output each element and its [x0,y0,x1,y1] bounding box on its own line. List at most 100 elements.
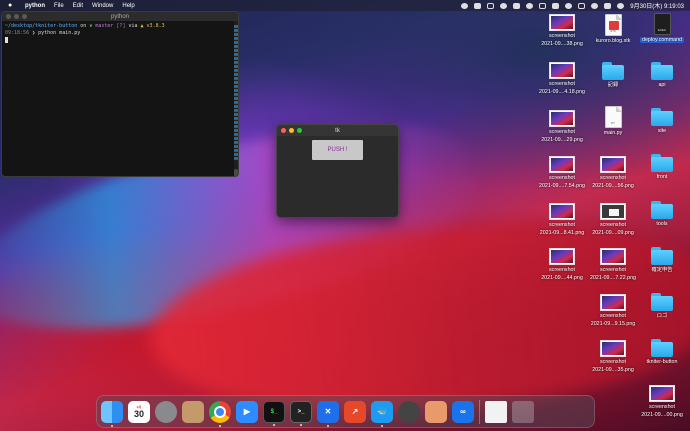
desktop-file-screenshot[interactable]: screenshot 2021-09....4.18.png [538,62,586,95]
screenshot-icon [600,203,626,220]
prompt-line: ~/desktop/tkniter-button on ❦ master [?]… [5,23,235,30]
trash-icon[interactable] [512,400,534,423]
file-label: screenshot [600,313,626,319]
input-source-icon[interactable] [552,2,560,9]
status-icon[interactable] [526,2,534,9]
preview-icon[interactable] [425,400,447,423]
file-label: screenshot [600,175,626,181]
prompt-path: ~/desktop/tkniter-button [5,23,78,29]
status-icon[interactable] [474,2,482,9]
desktop-file-screenshot[interactable]: screenshot 2021-09....29.png [538,110,586,143]
screenshot-icon [549,248,575,265]
chrome-icon[interactable] [209,400,231,427]
minimize-button[interactable] [14,14,19,19]
file-label: 2021-09....35.png [592,367,634,373]
desktop-file-stk[interactable]: STK kuroro.blog.stk [589,14,637,44]
terminal-titlebar[interactable]: python [2,12,238,21]
desktop-folder[interactable]: 記録 [589,62,637,88]
desktop-file-screenshot[interactable]: screenshot 2021-09....7.54.png [538,156,586,189]
file-label: screenshot [549,129,575,135]
infinity-app-icon[interactable]: ∞ [452,400,474,423]
file-label: screenshot [549,33,575,39]
desktop-file-screenshot[interactable]: screenshot 2021-09...8.41.png [538,203,586,236]
folder-label: api [658,82,666,88]
file-label: 2021-09....4.18.png [539,89,585,95]
desktop-folder[interactable]: ロゴ [638,293,686,319]
folder-label: tools [656,221,668,227]
calendar-icon[interactable]: 9月 30 [128,400,150,423]
terminal-scrollbar[interactable] [234,21,238,176]
file-label: 2021-09....09.png [592,230,634,236]
desktop-file-deploy-command[interactable]: EXEC deploy.command [638,13,686,43]
folder-label: ロゴ [656,313,668,319]
text-cursor [5,37,8,43]
bluetooth-icon[interactable] [565,2,573,9]
status-icon[interactable] [487,2,495,9]
tk-window[interactable]: tk PUSH ! [276,124,399,218]
screenshot-icon [649,385,675,402]
terminal-title: python [110,13,129,20]
desktop-folder[interactable]: 確定申告 [638,247,686,273]
status-icon[interactable] [539,2,547,9]
folder-icon [651,247,673,265]
desktop-folder[interactable]: tkniter-button [638,339,686,365]
battery-icon[interactable] [578,2,586,9]
document-stack-icon[interactable] [485,400,507,423]
search-icon[interactable] [604,2,612,9]
minimap-stripes [234,25,238,161]
desktop-file-screenshot[interactable]: screenshot 2021-09....44.png [538,248,586,281]
desktop-file-screenshot[interactable]: screenshot 2021-09....35.png [589,340,637,373]
vscode-icon[interactable]: ✕ [317,400,339,427]
window-controls [281,128,302,133]
status-icon[interactable] [500,2,508,9]
scrollbar-thumb[interactable] [234,169,238,176]
folder-icon [602,62,624,80]
menu-window[interactable]: Window [92,3,113,9]
file-label: deploy.command [640,37,684,43]
file-label: main.py [603,130,623,136]
desktop-file-screenshot[interactable]: screenshot 2021-09...9.15.png [589,294,637,327]
finder-icon[interactable] [101,400,123,427]
app-menu[interactable]: python [25,3,45,9]
contacts-icon[interactable] [182,400,204,423]
desktop-folder[interactable]: api [638,62,686,88]
wifi-icon[interactable] [591,2,599,9]
status-icon[interactable] [513,2,521,9]
menu-file[interactable]: File [54,3,64,9]
minimize-button[interactable] [289,128,294,133]
close-button[interactable] [281,128,286,133]
zoom-icon[interactable]: ▶ [236,400,258,423]
docker-icon[interactable]: 🐳 [371,400,393,427]
terminal-output[interactable]: ~/desktop/tkniter-button on ❦ master [?]… [2,21,238,47]
iterm-icon[interactable]: $_ [263,400,285,426]
push-button[interactable]: PUSH ! [312,140,363,160]
desktop-file-screenshot[interactable]: screenshot 2021-09....56.png [589,156,637,189]
desktop-folder[interactable]: front [638,154,686,180]
system-preferences-icon[interactable] [155,400,177,423]
fork-icon[interactable]: ↗ [344,400,366,423]
terminal-window[interactable]: python ~/desktop/tkniter-button on ❦ mas… [1,11,239,177]
screenshot-icon [600,294,626,311]
zoom-button[interactable] [297,128,302,133]
desktop-file-screenshot[interactable]: screenshot 2021-09....38.png [538,14,586,47]
window-controls [6,14,27,19]
desktop-file-screenshot[interactable]: screenshot 2021-09....09.png [589,203,637,236]
tk-titlebar[interactable]: tk [277,125,398,136]
close-button[interactable] [6,14,11,19]
desktop-folder[interactable]: site [638,108,686,134]
zoom-button[interactable] [22,14,27,19]
folder-icon [651,339,673,357]
desktop-file-screenshot[interactable]: screenshot 2021-09....00.png [638,385,686,418]
menu-clock[interactable]: 9月30日(木) 9:19:03 [630,1,684,10]
desktop-folder[interactable]: tools [638,201,686,227]
quicktime-icon[interactable] [398,400,420,423]
terminal-icon[interactable]: >_ [290,400,312,426]
apple-menu-icon[interactable]: ● [8,2,16,9]
menu-help[interactable]: Help [122,3,134,9]
desktop-file-screenshot[interactable]: screenshot 2021-09....7.22.png [589,248,637,281]
prompt-time: 09:18:56 [5,30,30,36]
status-icon[interactable] [461,2,469,9]
menu-edit[interactable]: Edit [73,3,83,9]
desktop-file-main-py[interactable]: PY main.py [589,106,637,136]
control-center-icon[interactable] [617,2,625,9]
